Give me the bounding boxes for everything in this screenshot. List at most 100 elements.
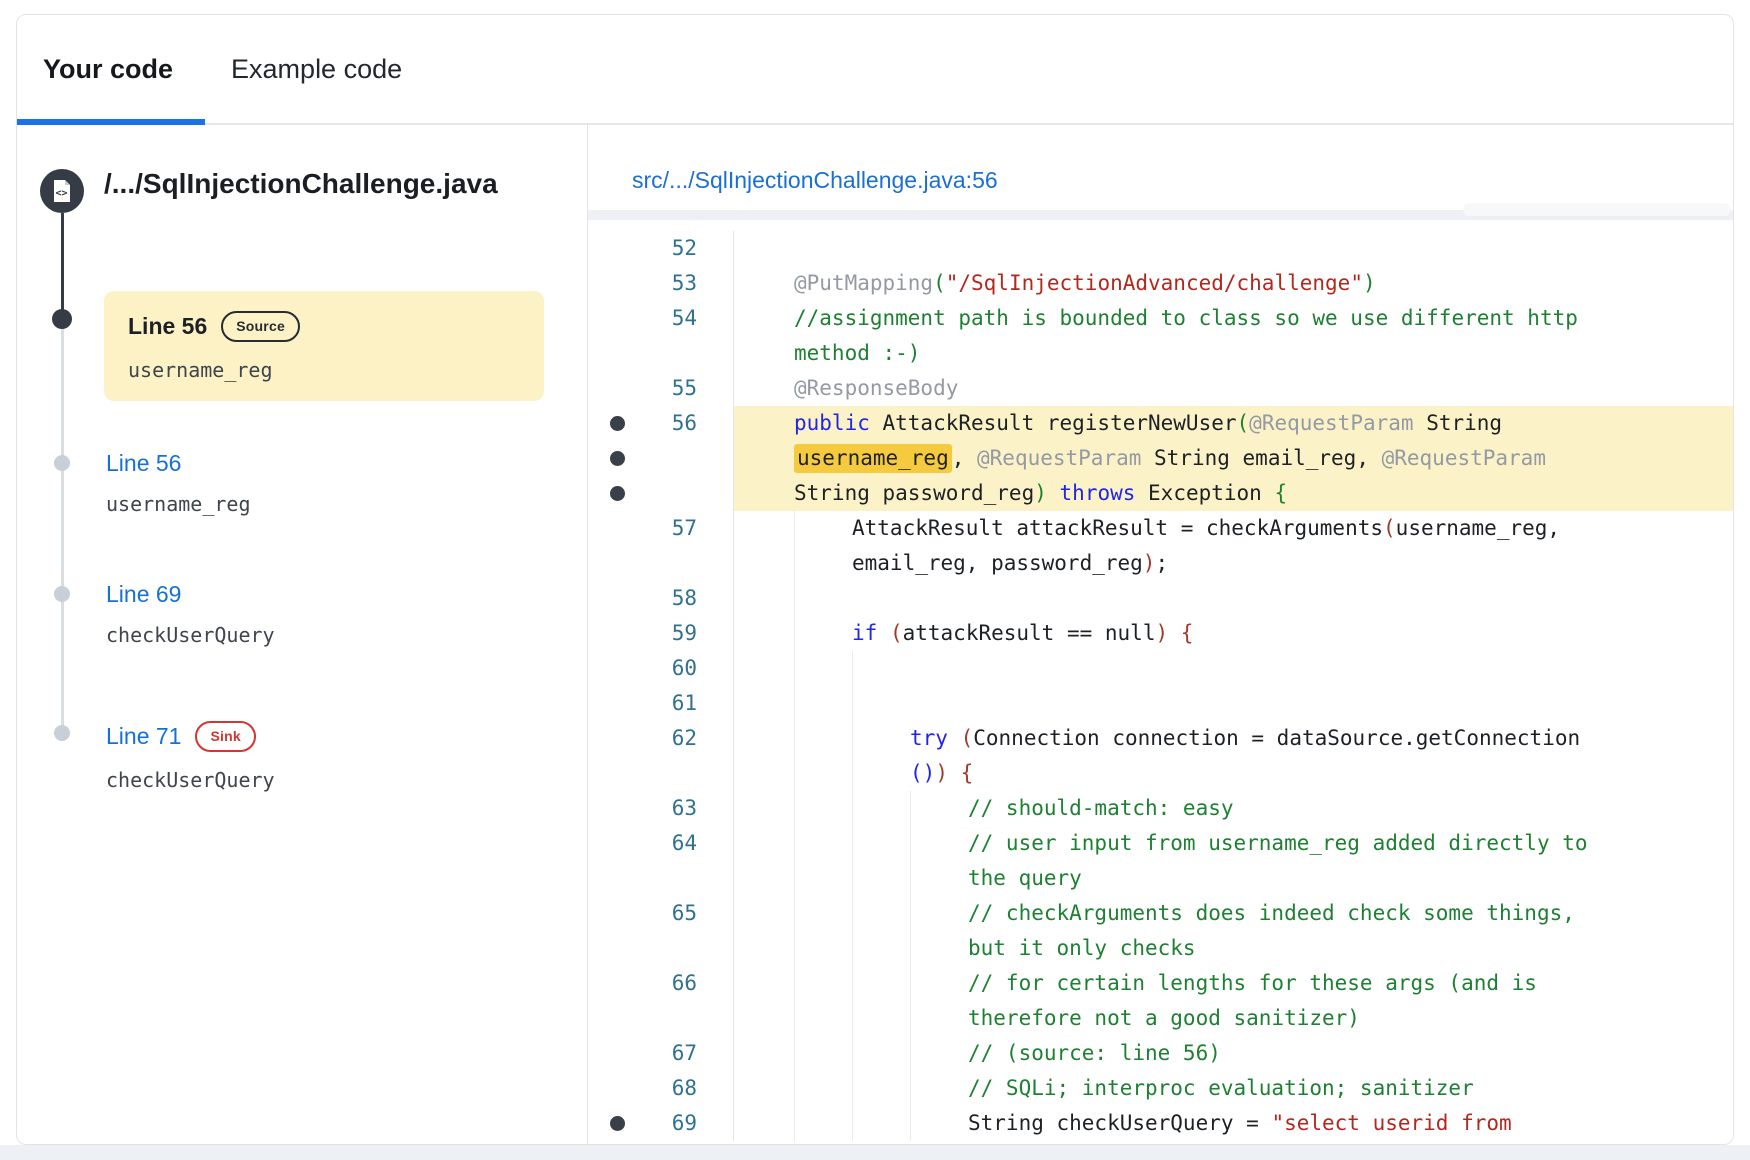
line-number-gutter [588, 1001, 734, 1036]
indent-guide [794, 756, 795, 791]
code-token [1047, 481, 1060, 505]
code-token: if [852, 621, 877, 645]
indent-guide [852, 1071, 853, 1106]
scrollbar-track[interactable] [588, 210, 1733, 220]
code-token: method :-) [794, 341, 920, 365]
file-title: /.../SqlInjectionChallenge.java [104, 167, 514, 201]
page-bottom-strip [0, 1145, 1750, 1160]
indent-guide [794, 826, 795, 861]
line-number: 69 [672, 1111, 697, 1135]
flow-dot-2 [54, 455, 70, 471]
line-number: 64 [672, 831, 697, 855]
indent-guide [794, 721, 795, 756]
code-token: // for certain lengths for these args (a… [968, 971, 1537, 995]
file-path-link[interactable]: src/.../SqlInjectionChallenge.java:56 [632, 167, 998, 194]
flow-marker-dot [610, 416, 625, 431]
tab-example-code[interactable]: Example code [205, 15, 434, 123]
step-symbol: checkUserQuery [106, 768, 536, 792]
code-line-row: 66// for certain lengths for these args … [588, 966, 1733, 1001]
step-line-label[interactable]: Line 56 [106, 451, 181, 476]
indent-guide [794, 616, 795, 651]
code-token: { [1274, 481, 1287, 505]
code-token: // (source: line 56) [968, 1041, 1221, 1065]
code-text: if (attackResult == null) { [734, 616, 1733, 651]
code-text: but it only checks [734, 931, 1733, 966]
step-line-label[interactable]: Line 71 [106, 724, 181, 749]
code-token: Connection connection = dataSource.getCo… [973, 726, 1580, 750]
code-token: ) [935, 761, 948, 785]
code-line-row: 62try (Connection connection = dataSourc… [588, 721, 1733, 756]
code-token: String checkUserQuery = [968, 1111, 1271, 1135]
code-line-row: 55 @ResponseBody [588, 371, 1733, 406]
line-number: 60 [672, 656, 697, 680]
tab-your-code[interactable]: Your code [17, 15, 205, 123]
data-flow-sidebar: <> /.../SqlInjectionChallenge.java Line … [17, 125, 587, 1144]
indent-guide [794, 931, 795, 966]
indent-guide [794, 896, 795, 931]
line-number: 61 [672, 691, 697, 715]
code-panel-header: src/.../SqlInjectionChallenge.java:56 [588, 125, 1733, 210]
indent-guide [794, 861, 795, 896]
code-text: ()) { [734, 756, 1733, 791]
code-panel: src/.../SqlInjectionChallenge.java:56 52… [587, 125, 1733, 1144]
line-number-gutter: 52 [588, 231, 734, 266]
line-number-gutter: 59 [588, 616, 734, 651]
code-token [948, 726, 961, 750]
indent-guide [910, 1036, 911, 1071]
code-token: String email_reg, [1141, 446, 1381, 470]
indent-guide [794, 581, 795, 616]
highlighted-token: username_reg [794, 444, 952, 473]
code-line-row: 69String checkUserQuery = "select userid… [588, 1106, 1733, 1141]
code-line-row: 52 [588, 231, 1733, 266]
flow-dot-4 [54, 725, 70, 741]
code-token: @PutMapping [794, 271, 933, 295]
indent-guide [910, 861, 911, 896]
indent-guide [910, 826, 911, 861]
code-text [734, 686, 1733, 721]
flow-step-4[interactable]: Line 71 Sink checkUserQuery [106, 721, 536, 792]
step-line-label[interactable]: Line 69 [106, 582, 181, 607]
code-line-row: 64 // user input from username_reg added … [588, 826, 1733, 861]
line-number-gutter: 65 [588, 896, 734, 931]
code-token: { [1181, 621, 1194, 645]
code-token: // should-match: easy [968, 796, 1234, 820]
indent-guide [794, 686, 795, 721]
scrollbar-thumb[interactable] [1463, 203, 1731, 216]
code-text: // user input from username_reg added di… [734, 826, 1733, 861]
code-line-row: 54//assignment path is bounded to class … [588, 301, 1733, 336]
code-line-row: 57AttackResult attackResult = checkArgum… [588, 511, 1733, 546]
code-token: AttackResult registerNewUser [870, 411, 1237, 435]
indent-guide [794, 791, 795, 826]
line-number-gutter: 64 [588, 826, 734, 861]
code-text [734, 581, 1733, 616]
source-badge: Source [221, 311, 300, 342]
code-token: AttackResult attackResult = checkArgumen… [852, 516, 1383, 540]
code-token: @ResponseBody [794, 376, 958, 400]
code-token: // user input from username_reg added di… [968, 831, 1588, 855]
code-token [877, 621, 890, 645]
indent-guide [794, 966, 795, 1001]
flow-dot-3 [54, 586, 70, 602]
code-line-row: the query [588, 861, 1733, 896]
code-flow-panel: Your codeExample code <> /.../SqlInjecti… [16, 14, 1734, 1145]
line-number: 53 [672, 271, 697, 295]
code-text: String password_reg) throws Exception { [734, 476, 1733, 511]
indent-guide [852, 1106, 853, 1141]
line-number-gutter: 63 [588, 791, 734, 826]
code-token: // SQLi; interproc evaluation; sanitizer [968, 1076, 1474, 1100]
indent-guide [794, 651, 795, 686]
indent-guide [910, 791, 911, 826]
code-line-row: method :-) [588, 336, 1733, 371]
code-token: @RequestParam [977, 446, 1141, 470]
sink-badge: Sink [195, 721, 255, 752]
flow-step-1[interactable]: Line 56Sourceusername_reg [104, 291, 544, 401]
code-token: throws [1060, 481, 1136, 505]
line-number-gutter: 69 [588, 1106, 734, 1141]
line-number-gutter: 62 [588, 721, 734, 756]
indent-guide [852, 861, 853, 896]
indent-guide [852, 826, 853, 861]
flow-step-2[interactable]: Line 56username_reg [106, 451, 536, 516]
line-number: 55 [672, 376, 697, 400]
flow-step-3[interactable]: Line 69checkUserQuery [106, 582, 536, 647]
indent-guide [852, 1036, 853, 1071]
